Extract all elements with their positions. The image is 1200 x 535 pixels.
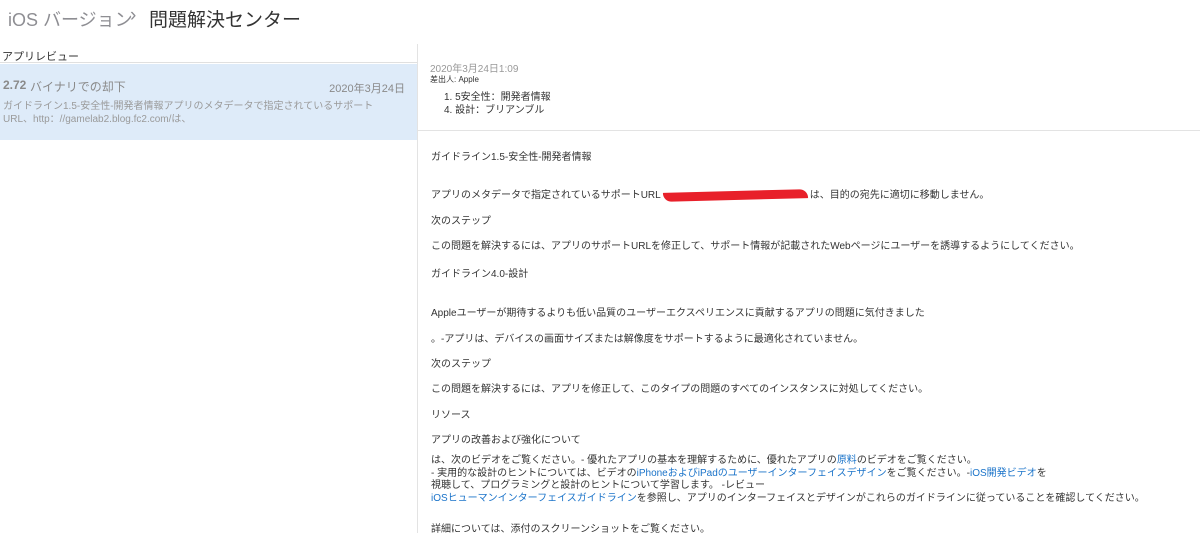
redaction-mark [662,188,808,202]
review-list-item[interactable]: 2.72 バイナリでの却下 2020年3月24日 ガイドライン1.5-安全性-開… [0,64,417,140]
resource-line: iOSヒューマンインターフェイスガイドラインを参照し、アプリのインターフェイスと… [431,493,1145,506]
guideline-1-title: ガイドライン1.5-安全性-開発者情報 [431,152,592,163]
message-date: 2020年3月24日1:09 [430,64,519,75]
review-date: 2020年3月24日 [329,83,405,95]
breadcrumb-ios-version[interactable]: iOS バージョン [8,6,133,32]
divider [418,130,1200,131]
next-step-heading: 次のステップ [431,216,491,227]
link-ios-dev-videos[interactable]: iOS開発ビデオ [970,468,1037,479]
text: のビデオをご覧ください。 [856,455,977,466]
review-description: ガイドライン1.5-安全性-開発者情報アプリのメタデータで指定されているサポート… [3,101,374,125]
link-genryo[interactable]: 原料 [837,455,857,466]
guideline-1-text-a: アプリのメタデータで指定されているサポートURL [431,190,661,201]
link-hig[interactable]: iOSヒューマンインターフェイスガイドライン [431,493,637,504]
sidebar: アプリレビュー 2.72 バイナリでの却下 2020年3月24日 ガイドライン1… [0,44,418,533]
resource-line: は、次のビデオをご覧ください。- 優れたアプリの基本を理解するために、優れたアプ… [431,455,1145,468]
next-step-body: この問題を解決するには、アプリのサポートURLを修正して、サポート情報が記載され… [431,241,1080,252]
improve-heading: アプリの改善および強化について [431,435,581,446]
resources-heading: リソース [431,410,471,421]
guideline-2-bullet: 。-アプリは、デバイスの画面サイズまたは解像度をサポートするように最適化されてい… [431,334,864,345]
review-version: 2.72 [3,78,27,92]
resource-line: 視聴して、プログラミングと設計のヒントについて学習します。 -レビュー [431,480,766,491]
text: は、次のビデオをご覧ください。- 優れたアプリの基本を理解するために、優れたアプ… [431,455,837,466]
text: を参照し、アプリのインターフェイスとデザインがこれらのガイドラインに従っているこ… [636,492,1145,504]
guideline-list: 1. 5安全性：開発者情報 4. 設計：ブリアンブル [444,91,551,117]
guideline-1-text-b: は、目的の宛先に適切に移動しません。 [809,190,990,201]
list-item: 4. 設計：ブリアンブル [444,105,545,116]
resources-paragraph: は、次のビデオをご覧ください。- 優れたアプリの基本を理解するために、優れたアプ… [431,455,1145,505]
link-ui-design-video[interactable]: iPhoneおよびiPadのユーザーインターフェイスデザイン [637,468,887,479]
guideline-2-title: ガイドライン4.0-設計 [431,269,529,280]
next-step-body: この問題を解決するには、アプリを修正して、このタイプの問題のすべてのインスタンス… [431,384,929,395]
resource-line: - 実用的な設計のヒントについては、ビデオのiPhoneおよびiPadのユーザー… [431,468,1145,481]
next-step-heading: 次のステップ [431,359,491,370]
guideline-1-body: アプリのメタデータで指定されているサポートURL は、目的の宛先に適切に移動しませ… [431,186,990,202]
message-detail: 2020年3月24日1:09 差出人: Apple 1. 5安全性：開発者情報 … [418,44,1200,535]
text: をご覧ください。- [886,467,971,479]
list-item: 1. 5安全性：開発者情報 [444,92,551,103]
text: - 実用的な設計のヒントについては、ビデオの [431,467,637,479]
page-title: 問題解決センター [149,10,302,31]
message-sender: 差出人: Apple [430,75,479,84]
review-title: バイナリでの却下 [30,80,126,94]
chevron-right-icon: › [130,5,137,26]
divider [0,62,417,63]
header: iOS バージョン › 問題解決センター [0,0,1200,44]
text: を [1036,467,1047,479]
guideline-2-body: Appleユーザーが期待するよりも低い品質のユーザーエクスペリエンスに貢献するア… [431,308,925,319]
